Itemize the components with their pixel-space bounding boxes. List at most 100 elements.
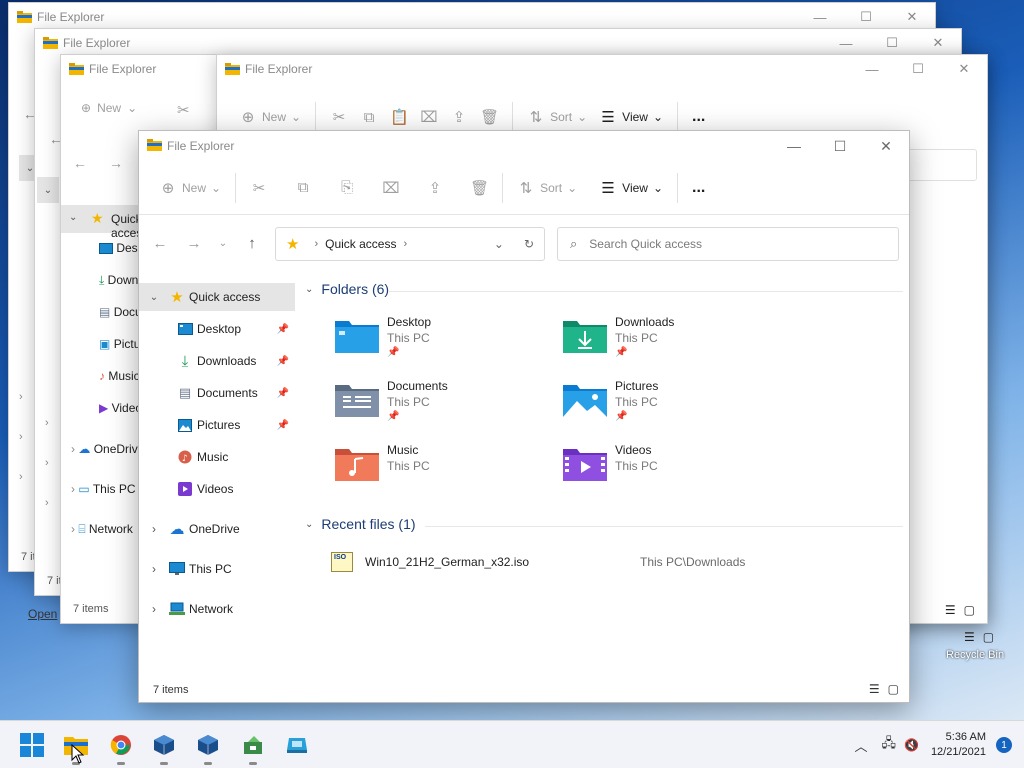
sidebar-item-network[interactable]: › Network: [139, 595, 295, 623]
sidebar-item-network[interactable]: › ⌸ Network: [71, 522, 133, 537]
titlebar[interactable]: File Explorer —☐✕: [217, 55, 987, 83]
recent-file-row[interactable]: ISO Win10_21H2_German_x32.iso This PC\Do…: [331, 551, 791, 573]
new-button[interactable]: ⊕ New ⌄: [233, 101, 307, 133]
paste-button[interactable]: 📋: [384, 101, 414, 133]
chrome-taskbar-button[interactable]: [108, 732, 134, 765]
close-icon[interactable]: ✕: [915, 29, 961, 57]
sidebar-item-documents[interactable]: ▤ Documents 📌: [139, 379, 295, 407]
sidebar-item-this-pc[interactable]: › ▭ This PC: [71, 482, 136, 496]
sidebar-item-videos[interactable]: Videos: [139, 475, 295, 503]
virtualbox-taskbar-button-2[interactable]: [195, 732, 221, 765]
sidebar-item-desktop[interactable]: Desktop 📌: [139, 315, 295, 343]
search-input[interactable]: ⌕ Search Quick access: [557, 227, 899, 261]
folder-tile[interactable]: Desktop This PC 📌: [335, 315, 555, 373]
minimize-icon[interactable]: —: [797, 3, 843, 31]
speaker-muted-icon[interactable]: 🔇: [904, 738, 919, 752]
chevron-right-icon[interactable]: ›: [147, 562, 161, 576]
chevron-right-icon[interactable]: ›: [147, 602, 161, 616]
sidebar-item-this-pc[interactable]: › This PC: [139, 555, 295, 583]
copy-button[interactable]: ⧉: [354, 101, 384, 133]
tiles-view-icon[interactable]: ▢: [888, 682, 899, 696]
paste-button[interactable]: ⎘: [332, 172, 362, 204]
address-dropdown-icon[interactable]: ⌄: [494, 237, 504, 251]
back-arrow-icon[interactable]: ←: [73, 155, 87, 171]
sort-button[interactable]: ⇅ Sort ⌄: [521, 101, 593, 133]
clock[interactable]: 5:36 AM 12/21/2021: [931, 730, 986, 760]
expand-chevron-icon[interactable]: ›: [45, 497, 49, 509]
pin-icon[interactable]: 📌: [277, 388, 289, 399]
folder-tile[interactable]: Videos This PC: [563, 443, 783, 501]
recent-locations-chevron-icon[interactable]: ⌄: [211, 238, 235, 249]
sidebar-item-quick-access[interactable]: ⌄ ★ Quick access: [139, 283, 295, 311]
details-view-icon[interactable]: ☰: [945, 603, 956, 617]
sidebar-item-onedrive[interactable]: › ☁ OneDrive: [139, 515, 295, 543]
chevron-right-icon[interactable]: ›: [147, 522, 161, 536]
expand-chevron-icon[interactable]: ›: [19, 431, 23, 443]
minimize-icon[interactable]: —: [849, 55, 895, 83]
chevron-up-icon[interactable]: ︿: [854, 736, 867, 755]
app-taskbar-button[interactable]: [240, 732, 266, 765]
rename-button[interactable]: ⌧: [414, 101, 444, 133]
chevron-down-icon[interactable]: ⌄: [147, 292, 161, 303]
delete-button[interactable]: 🗑: [464, 172, 494, 204]
close-icon[interactable]: ✕: [889, 3, 935, 31]
share-button[interactable]: ⇪: [420, 172, 450, 204]
open-link[interactable]: Open: [28, 607, 57, 621]
folder-tile[interactable]: Documents This PC 📌: [335, 379, 555, 437]
sidebar-item-pictures[interactable]: Pictures 📌: [139, 411, 295, 439]
copy-button[interactable]: ⧉: [288, 172, 318, 204]
recycle-bin-label[interactable]: Recycle Bin: [946, 649, 1004, 661]
sidebar-item-music[interactable]: ♪ Music: [139, 443, 295, 471]
start-button[interactable]: [19, 732, 45, 758]
forward-arrow-icon[interactable]: →: [109, 155, 123, 171]
close-button[interactable]: ✕: [863, 131, 909, 161]
refresh-icon[interactable]: ↻: [524, 237, 534, 251]
cut-button[interactable]: ✂: [324, 101, 354, 133]
virtualbox-taskbar-button[interactable]: [151, 732, 177, 765]
sort-button[interactable]: ⇅ Sort ⌄: [511, 172, 583, 204]
breadcrumb-quick-access[interactable]: Quick access: [325, 237, 396, 251]
folder-tile[interactable]: Music This PC: [335, 443, 555, 501]
tiles-view-icon[interactable]: ▢: [983, 630, 994, 644]
maximize-button[interactable]: ☐: [817, 131, 863, 161]
tiles-view-icon[interactable]: ▢: [964, 603, 975, 617]
maximize-icon[interactable]: ☐: [895, 55, 941, 83]
back-arrow-icon[interactable]: ←: [143, 235, 177, 252]
file-explorer-window[interactable]: File Explorer — ☐ ✕ ⊕ New ⌄ ✂ ⧉ ⎘ ⌧ ⇪ 🗑 ⇅ S…: [138, 130, 910, 703]
share-button[interactable]: ⇪: [444, 101, 474, 133]
folders-section-header[interactable]: ⌄ Folders (6): [305, 281, 389, 297]
view-button[interactable]: ☰ View ⌄: [593, 101, 669, 133]
new-button[interactable]: ⊕ New ⌄: [153, 172, 227, 204]
minimize-icon[interactable]: —: [823, 29, 869, 57]
delete-button[interactable]: 🗑: [474, 101, 504, 133]
minimize-button[interactable]: —: [771, 131, 817, 161]
folder-tile[interactable]: Pictures This PC 📌: [563, 379, 783, 437]
expand-chevron-icon[interactable]: ⌄: [37, 177, 59, 203]
expand-chevron-icon[interactable]: ›: [45, 417, 49, 429]
titlebar[interactable]: File Explorer —☐✕: [35, 29, 961, 57]
chevron-right-icon[interactable]: ›: [403, 238, 407, 250]
rename-button[interactable]: ⌧: [376, 172, 406, 204]
sidebar-item-music[interactable]: ♪ Music: [99, 369, 140, 383]
folder-tile[interactable]: Downloads This PC 📌: [563, 315, 783, 373]
pin-icon[interactable]: 📌: [277, 356, 289, 367]
expand-chevron-icon[interactable]: ›: [19, 391, 23, 403]
expand-chevron-icon[interactable]: ›: [45, 457, 49, 469]
details-view-icon[interactable]: ☰: [869, 682, 880, 696]
sidebar-item-downloads[interactable]: ⤓ Downloads 📌: [139, 347, 295, 375]
titlebar[interactable]: File Explorer —☐✕: [9, 3, 935, 31]
more-button[interactable]: ...: [686, 101, 711, 133]
network-icon[interactable]: 🖧: [881, 734, 896, 756]
pin-icon[interactable]: 📌: [277, 324, 289, 335]
expand-chevron-icon[interactable]: ›: [19, 471, 23, 483]
sidebar-item-onedrive[interactable]: › ☁ OneDrive: [71, 442, 144, 456]
details-view-icon[interactable]: ☰: [964, 630, 975, 644]
notification-badge[interactable]: 1: [996, 737, 1012, 753]
close-icon[interactable]: ✕: [941, 55, 987, 83]
app-taskbar-button-2[interactable]: [284, 732, 310, 758]
view-button[interactable]: ☰ View ⌄: [593, 172, 669, 204]
sidebar-item-quick-access[interactable]: ⌄ ★ Quick access: [61, 205, 148, 240]
new-button[interactable]: ⊕ New ⌄: [81, 101, 137, 115]
recent-files-section-header[interactable]: ⌄ Recent files (1): [305, 516, 416, 532]
forward-arrow-icon[interactable]: →: [177, 235, 211, 252]
